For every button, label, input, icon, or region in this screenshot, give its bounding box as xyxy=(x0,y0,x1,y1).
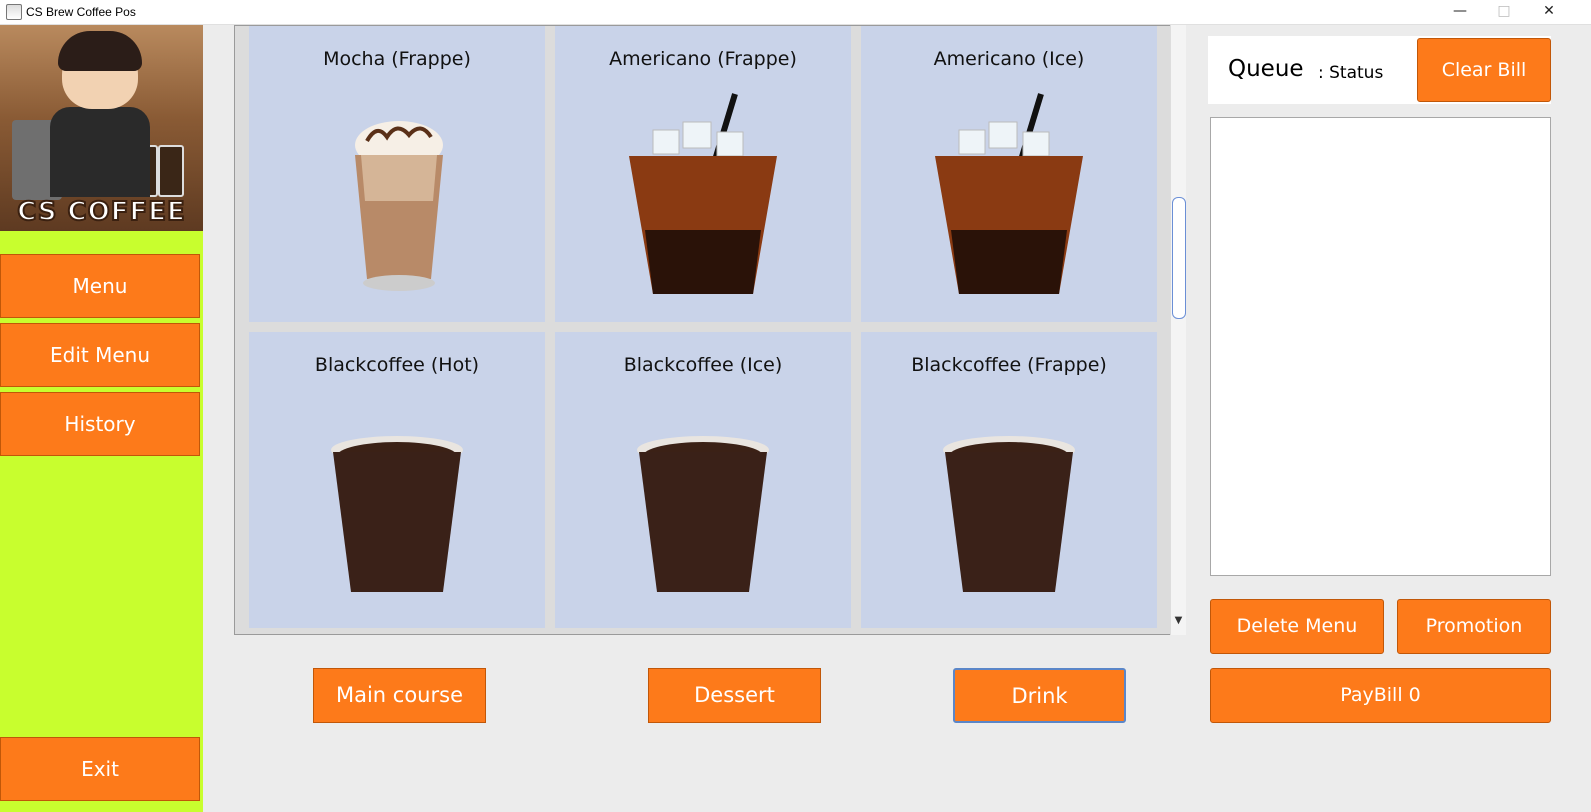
main-course-button[interactable]: Main course xyxy=(313,668,486,723)
menu-button[interactable]: Menu xyxy=(0,254,200,318)
menu-item-name: Blackcoffee (Frappe) xyxy=(911,354,1107,376)
coffee-jar-illustration xyxy=(158,145,184,197)
menu-item-name: Blackcoffee (Hot) xyxy=(314,354,480,376)
title-bar: CS Brew Coffee Pos — □ ✕ xyxy=(0,0,1591,25)
promotion-button[interactable]: Promotion xyxy=(1397,599,1551,654)
iced-americano-icon xyxy=(629,93,777,294)
barista-hair-illustration xyxy=(58,31,142,71)
menu-item-name: Americano (Ice) xyxy=(933,48,1085,70)
scroll-down-arrow-icon[interactable]: ▼ xyxy=(1171,615,1186,631)
menu-item-name: Mocha (Frappe) xyxy=(323,48,471,70)
menu-item-name: Blackcoffee (Ice) xyxy=(623,354,783,376)
sidebar: CS COFFEE Menu Edit Menu History Exit xyxy=(0,25,203,812)
mocha-frappe-icon xyxy=(355,121,443,291)
exit-button[interactable]: Exit xyxy=(0,737,200,801)
menu-card-americano-ice[interactable]: Americano (Ice) xyxy=(861,26,1157,322)
menu-grid: Mocha (Frappe) Americano (Frappe) Americ… xyxy=(234,25,1186,635)
minimize-button[interactable]: — xyxy=(1437,0,1483,24)
barista-body-illustration xyxy=(50,107,150,197)
menu-card-mocha-frappe[interactable]: Mocha (Frappe) xyxy=(249,26,545,322)
menu-item-name: Americano (Frappe) xyxy=(609,48,797,70)
queue-label: Queue xyxy=(1228,56,1304,82)
menu-card-blackcoffee-ice[interactable]: Blackcoffee (Ice) xyxy=(555,332,851,628)
paybill-button[interactable]: PayBill 0 xyxy=(1210,668,1551,723)
menu-card-americano-frappe[interactable]: Americano (Frappe) xyxy=(555,26,851,322)
close-button[interactable]: ✕ xyxy=(1526,0,1572,24)
java-app-icon xyxy=(6,4,22,20)
clear-bill-button[interactable]: Clear Bill xyxy=(1417,38,1551,102)
cs-coffee-logo: CS COFFEE xyxy=(0,25,203,231)
blackcoffee-icon xyxy=(331,436,463,592)
edit-menu-button[interactable]: Edit Menu xyxy=(0,323,200,387)
window-title: CS Brew Coffee Pos xyxy=(26,5,136,19)
maximize-button[interactable]: □ xyxy=(1481,0,1527,24)
menu-scrollbar[interactable]: ▼ xyxy=(1170,25,1186,635)
menu-card-blackcoffee-hot[interactable]: Blackcoffee (Hot) xyxy=(249,332,545,628)
blackcoffee-icon xyxy=(943,436,1075,592)
iced-americano-icon xyxy=(935,93,1083,294)
logo-text: CS COFFEE xyxy=(16,196,186,228)
blackcoffee-icon xyxy=(637,436,769,592)
dessert-button[interactable]: Dessert xyxy=(648,668,821,723)
bill-list[interactable] xyxy=(1210,117,1551,576)
delete-menu-button[interactable]: Delete Menu xyxy=(1210,599,1384,654)
history-button[interactable]: History xyxy=(0,392,200,456)
drink-button[interactable]: Drink xyxy=(953,668,1126,723)
status-label: : Status xyxy=(1318,63,1384,83)
menu-card-blackcoffee-frappe[interactable]: Blackcoffee (Frappe) xyxy=(861,332,1157,628)
scroll-thumb[interactable] xyxy=(1172,197,1186,319)
